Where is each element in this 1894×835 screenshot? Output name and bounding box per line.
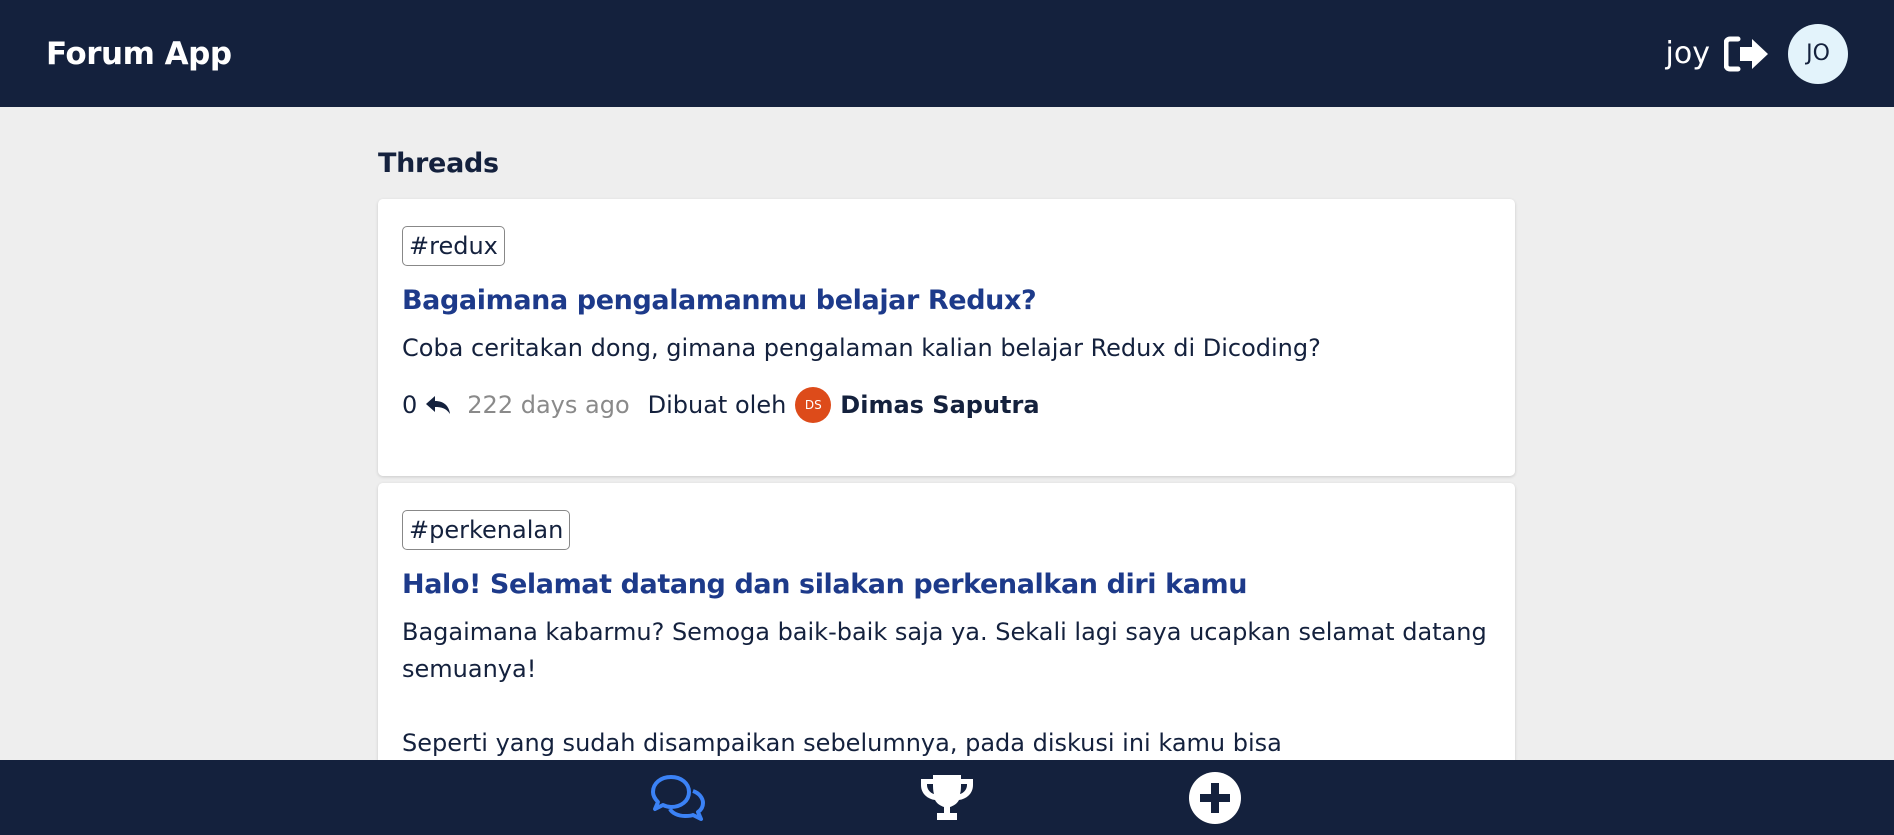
reply-icon[interactable] xyxy=(425,394,451,416)
thread-item: #redux Bagaimana pengalamanmu belajar Re… xyxy=(378,199,1515,476)
threads-icon[interactable] xyxy=(649,774,707,822)
logout-icon[interactable] xyxy=(1724,35,1770,73)
thread-meta: 0 222 days ago Dibuat oleh DS Dimas Sapu… xyxy=(402,387,1491,423)
user-name: joy xyxy=(1665,36,1710,71)
main-content: Threads #redux Bagaimana pengalamanmu be… xyxy=(378,107,1515,773)
thread-time: 222 days ago xyxy=(467,391,630,419)
thread-body: Bagaimana kabarmu? Semoga baik-baik saja… xyxy=(402,618,1487,683)
nav-leaderboard-button[interactable] xyxy=(917,768,977,828)
reply-count: 0 xyxy=(402,391,418,419)
bottom-navbar xyxy=(0,760,1894,835)
user-area: joy JO xyxy=(1665,23,1848,84)
add-thread-icon[interactable] xyxy=(1188,771,1242,825)
thread-title-link[interactable]: Bagaimana pengalamanmu belajar Redux? xyxy=(402,285,1491,316)
user-avatar[interactable]: JO xyxy=(1788,23,1848,84)
nav-threads-button[interactable] xyxy=(648,768,708,828)
owner-avatar: DS xyxy=(795,387,832,423)
leaderboard-trophy-icon[interactable] xyxy=(919,773,975,823)
thread-body-continued: Seperti yang sudah disampaikan sebelumny… xyxy=(402,729,1282,757)
created-by-label: Dibuat oleh xyxy=(647,391,787,419)
category-tag[interactable]: #redux xyxy=(402,226,505,266)
category-tag[interactable]: #perkenalan xyxy=(402,510,571,550)
thread-item: #perkenalan Halo! Selamat datang dan sil… xyxy=(378,483,1515,773)
page-title: Threads xyxy=(378,148,499,179)
logout-button[interactable] xyxy=(1724,35,1770,73)
nav-add-thread-button[interactable] xyxy=(1185,768,1245,828)
top-navbar: Forum App joy JO xyxy=(0,0,1894,107)
thread-title-link[interactable]: Halo! Selamat datang dan silakan perkena… xyxy=(402,569,1491,600)
thread-body: Coba ceritakan dong, gimana pengalaman k… xyxy=(402,334,1321,362)
owner-name: Dimas Saputra xyxy=(840,391,1040,419)
app-brand[interactable]: Forum App xyxy=(46,36,232,72)
